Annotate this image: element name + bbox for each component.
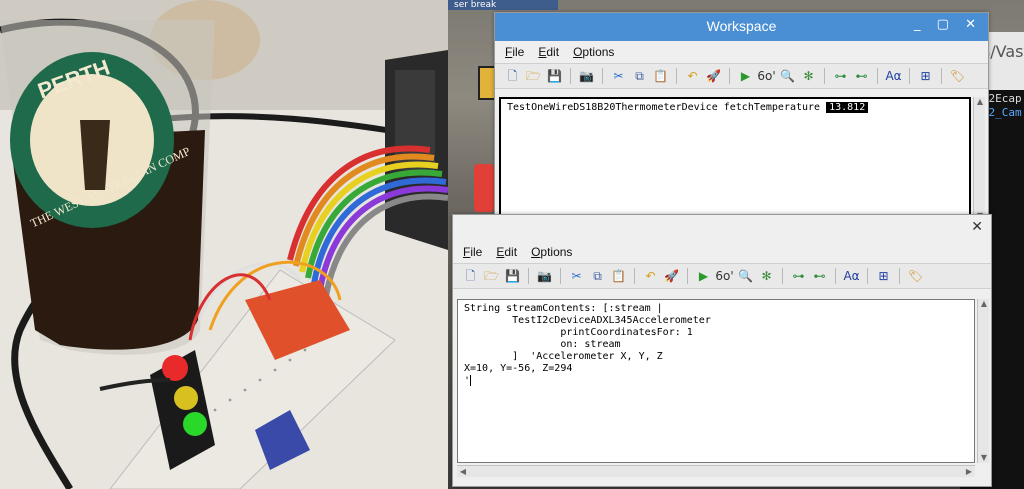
scroll-right-icon[interactable]: ▶ <box>963 466 975 478</box>
save-icon[interactable]: 💾 <box>503 267 522 286</box>
toolbar-separator <box>634 268 635 284</box>
toolbar-separator <box>687 268 688 284</box>
do-it-icon[interactable]: ▶ <box>736 67 755 86</box>
toolbar-separator <box>941 68 942 84</box>
print-result-highlight: 13.812 <box>826 102 869 113</box>
screenshot-icon[interactable]: 📷 <box>577 67 596 86</box>
toolbar-separator <box>877 68 878 84</box>
open-folder-icon[interactable]: 🗁 <box>524 67 543 86</box>
toolbar-separator <box>570 68 571 84</box>
horizontal-scrollbar[interactable]: ◀ ▶ <box>457 465 975 477</box>
inspect-it-icon[interactable]: 🔍 <box>778 67 797 86</box>
redo-icon[interactable]: 🚀 <box>662 267 681 286</box>
code-line: ' <box>464 375 968 388</box>
inspect-it-icon[interactable]: 🔍 <box>736 267 755 286</box>
toolbar-separator <box>602 68 603 84</box>
menu-options[interactable]: Options <box>531 245 572 259</box>
maximize-icon[interactable]: ▢ <box>937 17 955 32</box>
print-it-icon[interactable]: 6o' <box>757 67 776 86</box>
code-line: TestI2cDeviceADXL345Accelerometer <box>464 315 711 326</box>
font-icon[interactable]: Aα <box>884 67 903 86</box>
toolbar-separator <box>867 268 868 284</box>
undo-icon[interactable]: ↶ <box>641 267 660 286</box>
scroll-up-icon[interactable]: ▲ <box>974 97 986 107</box>
undo-icon[interactable]: ↶ <box>683 67 702 86</box>
code-line: on: stream <box>464 339 621 350</box>
cut-icon[interactable]: ✂ <box>567 267 586 286</box>
menu-bar: File Edit Options <box>495 41 988 63</box>
paste-icon[interactable]: 📋 <box>651 67 670 86</box>
menu-edit[interactable]: Edit <box>538 45 559 59</box>
implementors-icon[interactable]: ⊶ <box>789 267 808 286</box>
toolbar-separator <box>835 268 836 284</box>
desktop: ser break ons/Vast9 ast92Ecap Ecap2_Cam … <box>448 0 1024 489</box>
close-icon[interactable]: ✕ <box>965 17 982 32</box>
menu-options[interactable]: Options <box>573 45 614 59</box>
debug-it-icon[interactable]: ✻ <box>757 267 776 286</box>
code-editor[interactable]: String streamContents: [:stream | TestI2… <box>457 299 975 463</box>
toolbar-separator <box>560 268 561 284</box>
vertical-scrollbar[interactable]: ▲ ▼ <box>977 299 989 463</box>
workspace-window-temperature: Workspace _ ▢ ✕ File Edit Options 🗋 🗁 💾 📷 ✂ ⧉… <box>494 12 989 240</box>
toolbar-separator <box>782 268 783 284</box>
code-editor[interactable]: TestOneWireDS18B20ThermometerDevice fetc… <box>499 97 971 221</box>
toolbar-separator <box>676 68 677 84</box>
scroll-left-icon[interactable]: ◀ <box>457 466 469 478</box>
code-line: ] 'Accelerometer X, Y, Z <box>464 351 663 362</box>
minimize-icon[interactable]: _ <box>914 17 927 32</box>
toolbar-separator <box>824 68 825 84</box>
scroll-up-icon[interactable]: ▲ <box>978 299 990 309</box>
save-icon[interactable]: 💾 <box>545 67 564 86</box>
scroll-down-icon[interactable]: ▼ <box>978 453 990 463</box>
code-line: X=10, Y=-56, Z=294 <box>464 363 573 374</box>
do-it-icon[interactable]: ▶ <box>694 267 713 286</box>
menu-edit[interactable]: Edit <box>496 245 517 259</box>
background-tab: ser break <box>448 0 558 10</box>
implementors-icon[interactable]: ⊶ <box>831 67 850 86</box>
new-document-icon[interactable]: 🗋 <box>503 67 522 86</box>
senders-icon[interactable]: ⊷ <box>852 67 871 86</box>
desktop-app-icon <box>474 164 494 212</box>
senders-icon[interactable]: ⊷ <box>810 267 829 286</box>
code-line: String streamContents: [:stream | <box>464 303 663 314</box>
tag-icon[interactable]: 🏷 <box>906 267 925 286</box>
screenshot-icon[interactable]: 📷 <box>535 267 554 286</box>
menu-bar: File Edit Options <box>453 241 991 263</box>
code-line: printCoordinatesFor: 1 <box>464 327 693 338</box>
menu-file[interactable]: File <box>463 245 482 259</box>
toolbar-separator <box>909 68 910 84</box>
new-document-icon[interactable]: 🗋 <box>461 267 480 286</box>
vertical-scrollbar[interactable]: ▲ ▼ <box>973 97 985 221</box>
paste-icon[interactable]: 📋 <box>609 267 628 286</box>
toolbar: 🗋 🗁 💾 📷 ✂ ⧉ 📋 ↶ 🚀 ▶ 6o' 🔍 ✻ ⊶ ⊷ Aα ⊞ 🏷 <box>453 263 991 289</box>
open-folder-icon[interactable]: 🗁 <box>482 267 501 286</box>
text-cursor <box>470 375 472 386</box>
redo-icon[interactable]: 🚀 <box>704 67 723 86</box>
window-titlebar[interactable]: ✕ <box>453 215 991 241</box>
hardware-photo: PERTH THE WEST AUSTRALIAN COMP <box>0 0 448 489</box>
class-browser-icon[interactable]: ⊞ <box>916 67 935 86</box>
tag-icon[interactable]: 🏷 <box>948 67 967 86</box>
toolbar-separator <box>899 268 900 284</box>
beer-glass: PERTH THE WEST AUSTRALIAN COMP <box>0 20 215 355</box>
toolbar-separator <box>729 68 730 84</box>
class-browser-icon[interactable]: ⊞ <box>874 267 893 286</box>
debug-it-icon[interactable]: ✻ <box>799 67 818 86</box>
window-titlebar[interactable]: Workspace _ ▢ ✕ <box>495 13 988 41</box>
menu-file[interactable]: File <box>505 45 524 59</box>
copy-icon[interactable]: ⧉ <box>630 67 649 86</box>
font-icon[interactable]: Aα <box>842 267 861 286</box>
code-text: TestOneWireDS18B20ThermometerDevice fetc… <box>507 102 827 113</box>
copy-icon[interactable]: ⧉ <box>588 267 607 286</box>
hardware-photo-drawing: PERTH THE WEST AUSTRALIAN COMP <box>0 0 448 489</box>
cut-icon[interactable]: ✂ <box>609 67 628 86</box>
toolbar: 🗋 🗁 💾 📷 ✂ ⧉ 📋 ↶ 🚀 ▶ 6o' 🔍 ✻ ⊶ ⊷ Aα ⊞ 🏷 <box>495 63 988 89</box>
close-icon[interactable]: ✕ <box>971 219 983 235</box>
toolbar-separator <box>528 268 529 284</box>
print-it-icon[interactable]: 6o' <box>715 267 734 286</box>
workspace-window-accelerometer: ✕ File Edit Options 🗋 🗁 💾 📷 ✂ ⧉ 📋 ↶ 🚀 ▶ 6o' 🔍 ✻ ⊶ ⊷ Aα ⊞… <box>452 214 992 487</box>
